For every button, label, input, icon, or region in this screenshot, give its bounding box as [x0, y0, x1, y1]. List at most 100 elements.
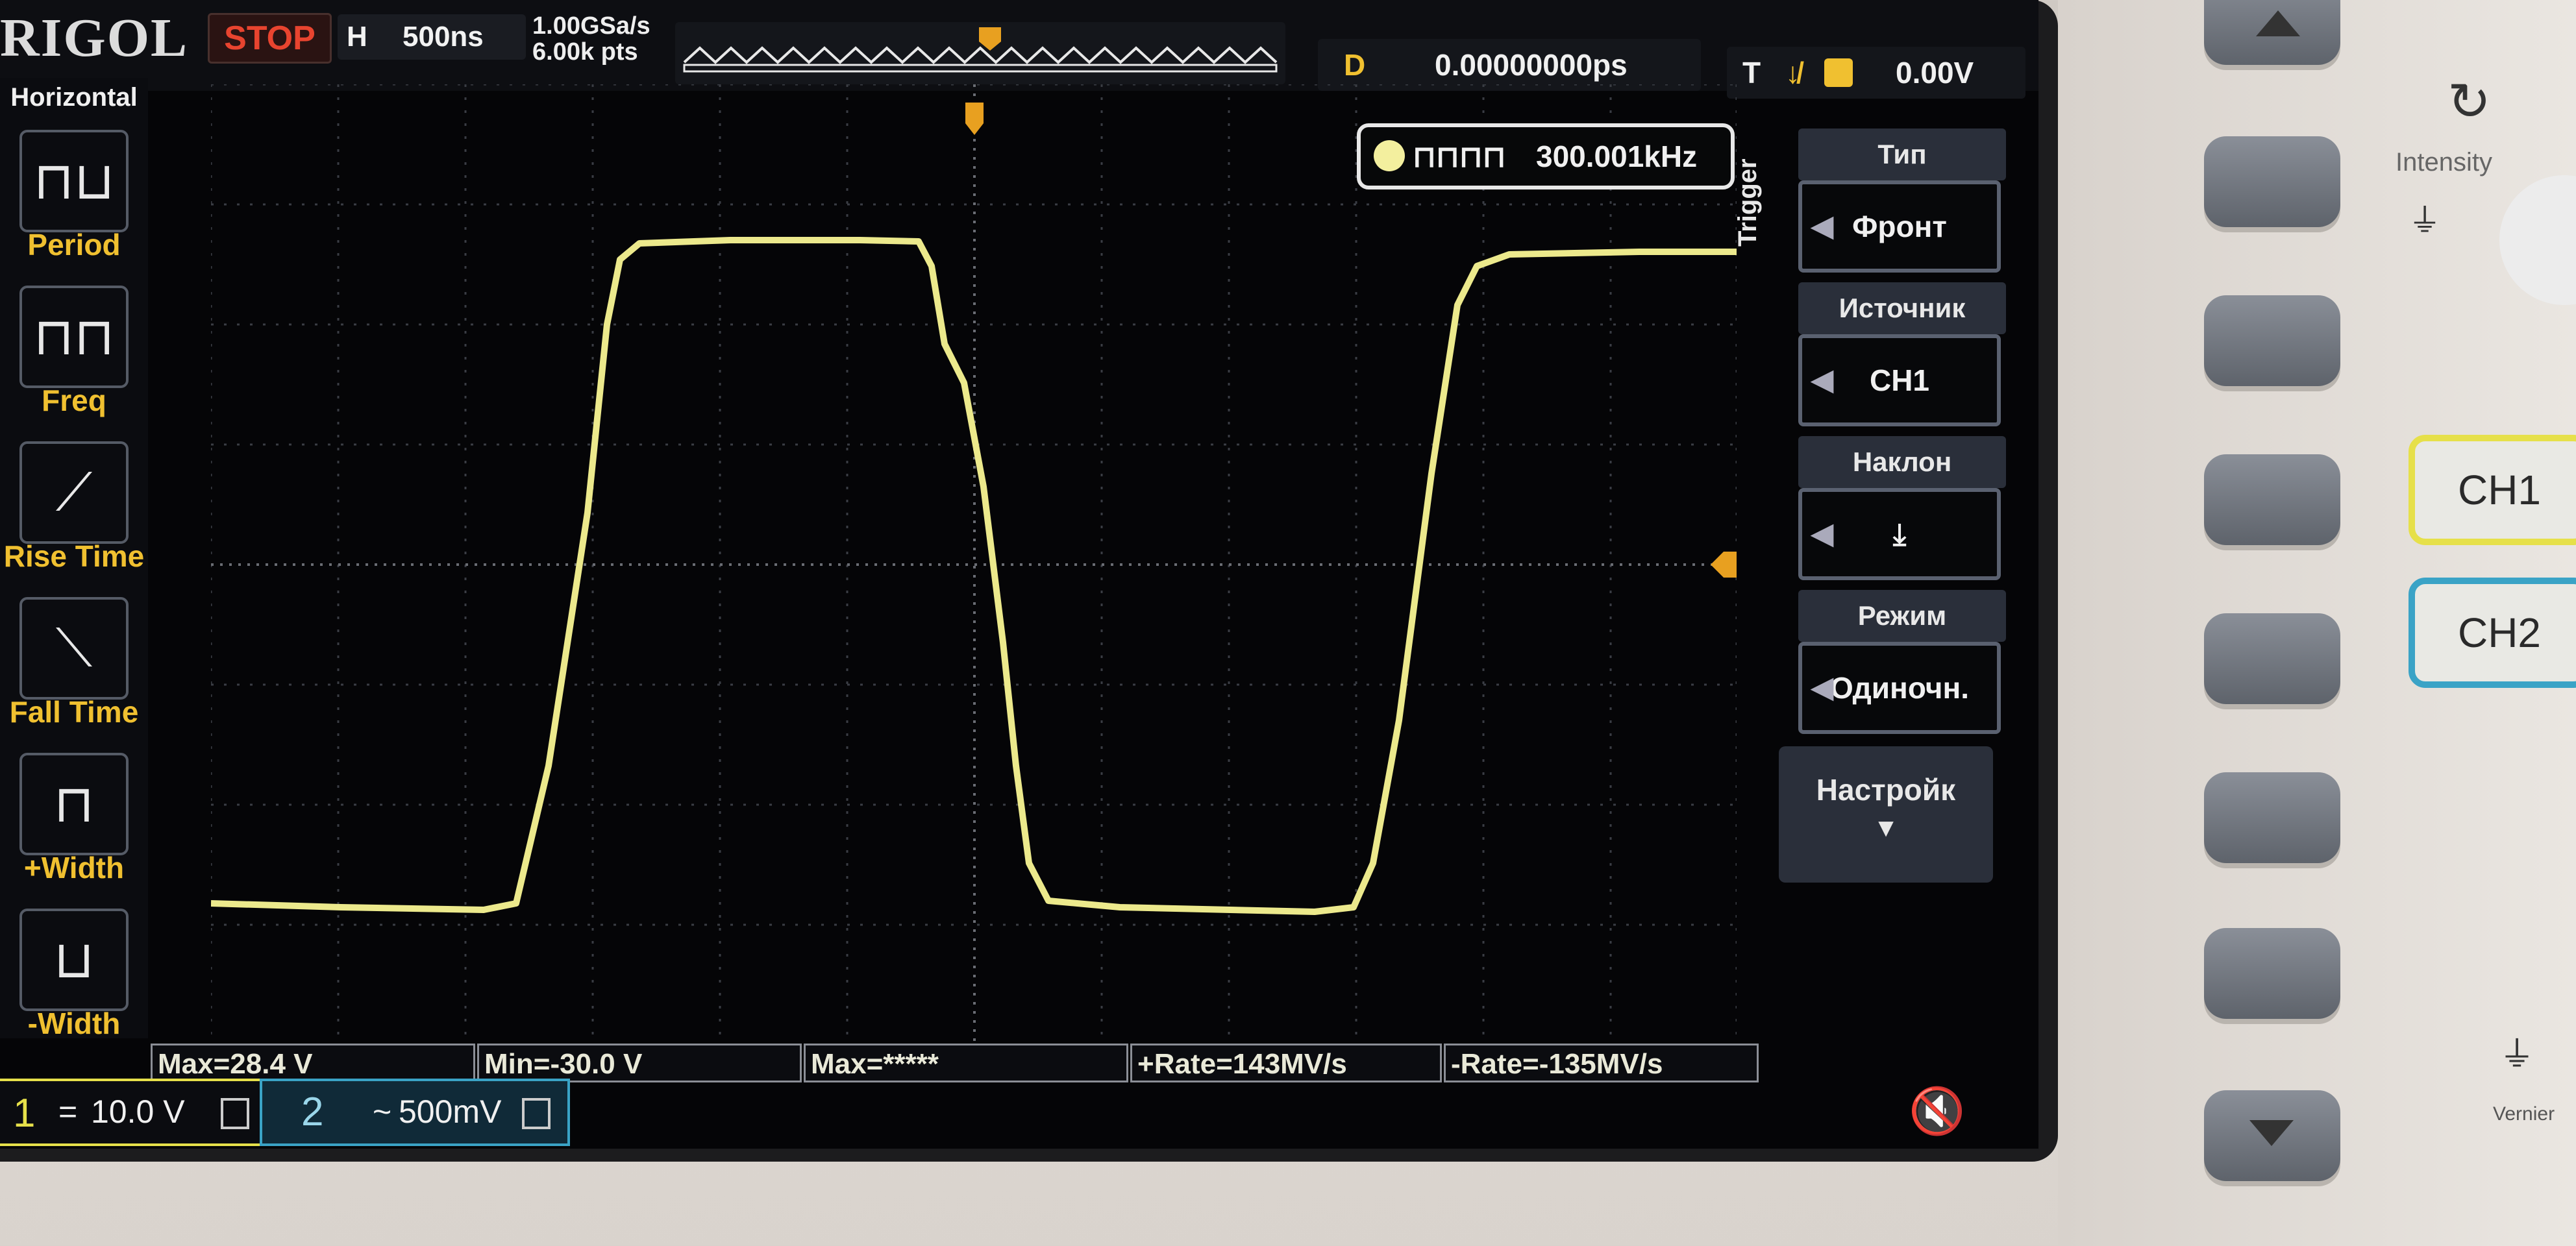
ch1-source-icon — [1824, 58, 1853, 87]
sample-rate: 1.00GSa/s — [532, 12, 650, 40]
frequency-value: 300.001kHz — [1536, 140, 1698, 173]
fall-time-icon[interactable]: ⟍ — [19, 597, 129, 700]
trigger-time-marker — [965, 103, 984, 135]
menu-item-fall-time[interactable]: Fall Time — [0, 694, 148, 729]
falling-edge-icon: ⤓ — [1892, 517, 1907, 551]
ch2-button[interactable]: CH2 — [2409, 578, 2576, 688]
bandwidth-limit-icon — [522, 1098, 551, 1129]
trigger-mode-value: Одиночн. — [1829, 671, 1970, 705]
soft-key-1[interactable] — [2204, 136, 2340, 227]
ac-coupling-icon: ~ — [373, 1093, 392, 1130]
soft-key-6[interactable] — [2204, 928, 2340, 1019]
square-wave-icon: ⊓⊓⊓⊓ — [1413, 140, 1506, 173]
memory-depth: 6.00k pts — [532, 38, 638, 66]
left-arrow-icon: ◀ — [1811, 364, 1833, 396]
menu-item-freq[interactable]: Freq — [0, 383, 148, 418]
center-axes — [211, 84, 1737, 1045]
trigger-slope-icon: ↓̸ — [1785, 56, 1800, 90]
sound-muted-icon: 🔇 — [1909, 1086, 1966, 1136]
acquisition-info: 1.00GSa/s 6.00k pts — [532, 13, 650, 65]
freq-icon[interactable]: ⊓⊓ — [19, 286, 129, 388]
menu-item-pos-width[interactable]: +Width — [0, 850, 148, 885]
trigger-level-marker — [1711, 552, 1750, 578]
bandwidth-limit-icon — [221, 1098, 249, 1129]
waveform-grid — [172, 83, 1750, 1046]
frequency-counter: ⊓⊓⊓⊓ 300.001kHz — [1357, 123, 1735, 189]
trigger-source-value: CH1 — [1869, 363, 1930, 397]
run-stop-indicator: STOP — [208, 13, 332, 64]
pos-width-icon[interactable]: ⊓ — [19, 753, 129, 855]
ch2-button-label: CH2 — [2457, 609, 2542, 656]
neg-width-icon[interactable]: ⊔ — [19, 909, 129, 1011]
trigger-settings-button[interactable]: Настройк ▼ — [1779, 746, 1993, 883]
trigger-box: T ↓̸ 0.00V — [1727, 47, 2025, 99]
measurement-2: Min=-30.0 V — [477, 1044, 802, 1082]
menu-down-button[interactable] — [2204, 1090, 2340, 1181]
period-icon[interactable]: ⊓⊔ — [19, 130, 129, 232]
delay-box: D 0.00000000ps — [1318, 39, 1701, 91]
channel-1-number: 1 — [13, 1091, 36, 1136]
trigger-source-header: Источник — [1798, 282, 2006, 334]
waveform-display — [172, 83, 1750, 1046]
delay-value: 0.00000000ps — [1435, 48, 1628, 82]
soft-key-3[interactable] — [2204, 454, 2340, 545]
timebase-value: 500ns — [402, 21, 484, 53]
trigger-type-button[interactable]: ◀ Фронт — [1798, 180, 2001, 273]
menu-title: Horizontal — [10, 83, 138, 112]
delay-label: D — [1344, 48, 1366, 82]
trigger-level: 0.00V — [1896, 56, 1974, 90]
measurement-4: +Rate=143MV/s — [1130, 1044, 1442, 1082]
measurement-1: Max=28.4 V — [151, 1044, 475, 1082]
soft-key-4[interactable] — [2204, 613, 2340, 704]
measure-menu: Horizontal ⊓⊔ Period ⊓⊓ Freq ⟋ Rise Time… — [0, 78, 148, 1041]
measurement-5: -Rate=-135MV/s — [1444, 1044, 1759, 1082]
trigger-mode-header: Режим — [1798, 590, 2006, 642]
intensity-label: Intensity — [2396, 148, 2492, 177]
bezel: RIGOL STOP H 500ns 1.00GSa/s 6.00k pts D… — [0, 0, 2058, 1162]
channel-2-scale: 500mV — [399, 1093, 502, 1130]
counter-status-icon — [1374, 140, 1405, 171]
trigger-settings-label: Настройк — [1816, 773, 1956, 807]
trigger-slope-button[interactable]: ◀ ⤓ — [1798, 488, 2001, 580]
trigger-type-header: Тип — [1798, 128, 2006, 180]
memory-overview-waveform — [683, 27, 1278, 73]
memory-overview — [675, 22, 1285, 84]
ch1-button[interactable]: CH1 — [2409, 435, 2576, 545]
left-arrow-icon: ◀ — [1811, 210, 1833, 242]
left-arrow-icon: ◀ — [1811, 518, 1833, 550]
trigger-label: T — [1742, 56, 1761, 90]
menu-item-rise-time[interactable]: Rise Time — [0, 539, 148, 574]
status-bar: RIGOL STOP H 500ns 1.00GSa/s 6.00k pts D… — [0, 0, 2038, 99]
rise-time-icon[interactable]: ⟋ — [19, 441, 129, 544]
channel-2-indicator[interactable]: 2 ~ 500mV — [260, 1079, 570, 1146]
oscilloscope-screen: RIGOL STOP H 500ns 1.00GSa/s 6.00k pts D… — [0, 0, 2038, 1149]
left-arrow-icon: ◀ — [1811, 672, 1833, 703]
triangle-up-icon — [2256, 10, 2300, 36]
channel-2-number: 2 — [301, 1090, 324, 1134]
menu-item-neg-width[interactable]: -Width — [0, 1006, 148, 1041]
chevron-down-icon: ▼ — [1873, 814, 1899, 842]
ch1-button-label: CH1 — [2457, 467, 2542, 513]
push-icon: ⏚ — [2409, 202, 2441, 239]
channel-1-indicator[interactable]: 1 = 10.0 V — [0, 1079, 262, 1146]
soft-key-2[interactable] — [2204, 295, 2340, 386]
triangle-down-icon — [2249, 1120, 2294, 1146]
brand-logo: RIGOL — [0, 8, 189, 68]
dc-coupling-icon: = — [58, 1093, 78, 1130]
trigger-position-marker — [979, 27, 1001, 51]
trigger-mode-button[interactable]: ◀ Одиночн. — [1798, 642, 2001, 734]
menu-up-button[interactable] — [2204, 0, 2340, 65]
soft-key-5[interactable] — [2204, 772, 2340, 863]
timebase-label: H — [347, 21, 367, 53]
trigger-section-label: Trigger — [1733, 158, 1762, 247]
menu-item-period[interactable]: Period — [0, 227, 148, 262]
trigger-type-value: Фронт — [1852, 210, 1947, 243]
trigger-slope-header: Наклон — [1798, 436, 2006, 488]
timebase-box: H 500ns — [338, 14, 526, 60]
channel-1-scale: 10.0 V — [91, 1093, 185, 1130]
measurement-3: Max=***** — [804, 1044, 1128, 1082]
trigger-source-button[interactable]: ◀ CH1 — [1798, 334, 2001, 426]
intensity-knob-icon: ↻ — [2447, 73, 2492, 130]
vernier-icon: ⏚ — [2499, 1035, 2534, 1074]
vernier-label: Vernier — [2493, 1103, 2555, 1125]
